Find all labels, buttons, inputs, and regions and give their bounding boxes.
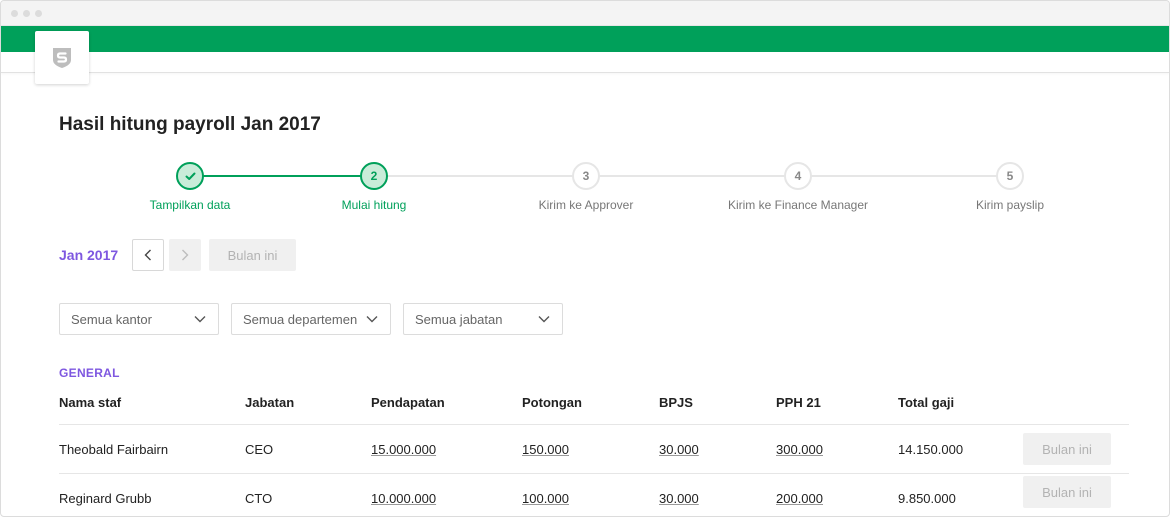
step-circle: 4 <box>784 162 812 190</box>
row-divider <box>59 424 1129 425</box>
chevron-down-icon <box>194 316 206 323</box>
row-action-button[interactable]: Bulan ini <box>1023 476 1111 508</box>
window-dot-icon[interactable] <box>35 10 42 17</box>
step-label: Kirim ke Approver <box>538 198 634 212</box>
cell-deduction-link[interactable]: 100.000 <box>522 491 569 506</box>
chevron-down-icon <box>538 316 550 323</box>
step-tampilkan-data[interactable]: Tampilkan data <box>90 162 290 212</box>
cell-bpjs-link[interactable]: 30.000 <box>659 442 699 457</box>
cell-pph21-link[interactable]: 300.000 <box>776 442 823 457</box>
chevron-down-icon <box>366 316 378 323</box>
column-header-total: Total gaji <box>898 395 955 410</box>
cell-income-link[interactable]: 15.000.000 <box>371 442 436 457</box>
page-title: Hasil hitung payroll Jan 2017 <box>59 114 321 135</box>
department-filter-value: Semua departemen <box>243 311 358 327</box>
previous-month-button[interactable] <box>132 239 164 271</box>
cell-name: Reginard Grubb <box>59 491 152 506</box>
step-circle <box>176 162 204 190</box>
chevron-right-icon <box>182 249 189 261</box>
step-circle: 3 <box>572 162 600 190</box>
position-filter-select[interactable]: Semua jabatan <box>403 303 563 335</box>
cell-bpjs-link[interactable]: 30.000 <box>659 491 699 506</box>
cell-income-link[interactable]: 10.000.000 <box>371 491 436 506</box>
step-mulai-hitung[interactable]: 2 Mulai hitung <box>274 162 474 212</box>
column-header-deduction: Potongan <box>522 395 582 410</box>
next-month-button[interactable] <box>169 239 201 271</box>
step-circle: 5 <box>996 162 1024 190</box>
step-label: Mulai hitung <box>341 198 407 212</box>
step-circle: 2 <box>360 162 388 190</box>
step-label: Kirim payslip <box>975 198 1044 212</box>
department-filter-select[interactable]: Semua departemen <box>231 303 391 335</box>
check-icon <box>185 172 195 180</box>
column-header-pph21: PPH 21 <box>776 395 821 410</box>
step-kirim-ke-approver[interactable]: 3 Kirim ke Approver <box>486 162 686 212</box>
brand-header-bar <box>1 26 1169 52</box>
app-logo[interactable] <box>35 31 89 84</box>
row-divider <box>59 473 1129 474</box>
column-header-income: Pendapatan <box>371 395 445 410</box>
chevron-left-icon <box>144 249 151 261</box>
cell-name: Theobald Fairbairn <box>59 442 169 457</box>
column-header-bpjs: BPJS <box>659 395 693 410</box>
column-header-name: Nama staf <box>59 395 122 410</box>
section-label: GENERAL <box>59 366 120 380</box>
cell-deduction-link[interactable]: 150.000 <box>522 442 569 457</box>
step-kirim-payslip[interactable]: 5 Kirim payslip <box>910 162 1110 212</box>
step-label: Tampilkan data <box>149 198 231 212</box>
window-dot-icon[interactable] <box>11 10 18 17</box>
period-label: Jan 2017 <box>59 247 119 263</box>
current-month-button[interactable]: Bulan ini <box>209 239 296 271</box>
cell-pph21-link[interactable]: 200.000 <box>776 491 823 506</box>
office-filter-select[interactable]: Semua kantor <box>59 303 219 335</box>
cell-position: CTO <box>245 491 273 506</box>
position-filter-value: Semua jabatan <box>415 311 503 327</box>
cell-total: 9.850.000 <box>898 491 956 506</box>
column-header-position: Jabatan <box>245 395 295 410</box>
step-kirim-ke-finance-manager[interactable]: 4 Kirim ke Finance Manager <box>698 162 898 212</box>
app-window: Hasil hitung payroll Jan 2017 Tampilkan … <box>0 0 1170 517</box>
shield-logo-icon <box>53 47 71 68</box>
cell-total: 14.150.000 <box>898 442 964 457</box>
cell-position: CEO <box>245 442 274 457</box>
top-navbar <box>1 52 1169 73</box>
row-action-button[interactable]: Bulan ini <box>1023 433 1111 465</box>
office-filter-value: Semua kantor <box>71 311 152 327</box>
window-titlebar <box>1 1 1169 26</box>
step-label: Kirim ke Finance Manager <box>727 198 869 212</box>
window-dot-icon[interactable] <box>23 10 30 17</box>
